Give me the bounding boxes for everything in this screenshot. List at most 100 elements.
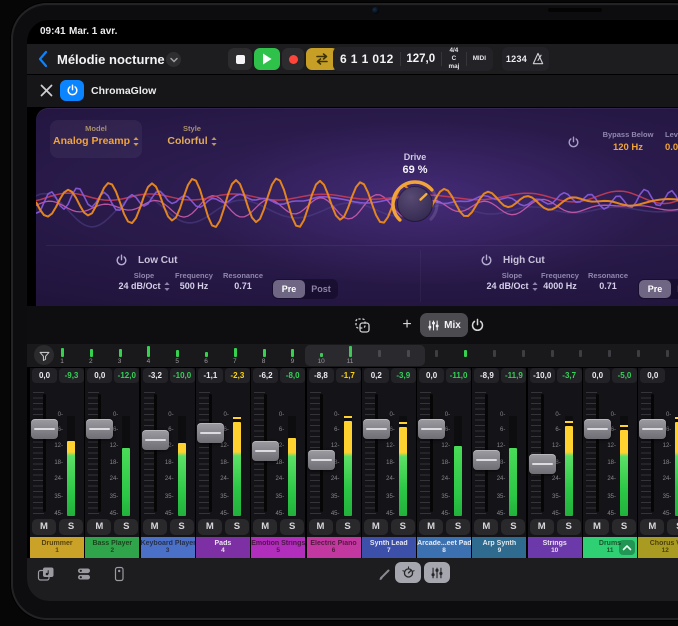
volume-readout[interactable]: 0,0 (87, 368, 112, 383)
record-button[interactable] (282, 48, 304, 70)
mute-button[interactable]: M (309, 519, 333, 535)
volume-readout[interactable]: -10,0 (530, 368, 555, 383)
mute-button[interactable]: M (364, 519, 388, 535)
mute-button[interactable]: M (253, 519, 277, 535)
track-name[interactable]: Keyboard Player3 (141, 537, 195, 558)
bypass-below-control[interactable]: Bypass Below 120 Hz (592, 130, 664, 153)
project-title[interactable]: Mélodie nocturne (57, 52, 165, 67)
volume-readout[interactable]: 0,2 (364, 368, 389, 383)
mute-button[interactable]: M (419, 519, 443, 535)
low-cut-power-button[interactable] (115, 254, 128, 272)
controller-button[interactable] (108, 565, 130, 583)
track-name[interactable]: Drummer1 (30, 537, 84, 558)
fader-cap[interactable] (584, 419, 611, 439)
volume-readout[interactable]: -1,1 (198, 368, 223, 383)
mix-view-button[interactable]: Mix (420, 313, 468, 337)
back-button[interactable] (36, 49, 50, 74)
volume-readout[interactable]: 0,0 (419, 368, 444, 383)
solo-button[interactable]: S (557, 519, 581, 535)
mute-button[interactable]: M (474, 519, 498, 535)
mute-button[interactable]: M (87, 519, 111, 535)
track-name[interactable]: Arcade...eet Pad8 (417, 537, 471, 558)
waveform-display (36, 150, 678, 250)
solo-button[interactable]: S (446, 519, 470, 535)
high-cut-resonance-value[interactable]: 0.71 (578, 281, 638, 291)
high-cut-pre-button[interactable]: Pre (639, 280, 671, 298)
volume-readout[interactable]: -8,9 (474, 368, 499, 383)
solo-button[interactable]: S (114, 519, 138, 535)
mute-button[interactable]: M (32, 519, 56, 535)
track-name[interactable]: Electric Piano6 (307, 537, 361, 558)
solo-button[interactable]: S (612, 519, 636, 535)
duplicate-button[interactable] (350, 314, 374, 336)
overview-scroll-window[interactable] (305, 345, 425, 366)
stop-button[interactable] (228, 48, 252, 70)
solo-button[interactable]: S (391, 519, 415, 535)
count-in-group[interactable]: 1234 (502, 47, 549, 71)
volume-readout[interactable]: 0,0 (585, 368, 610, 383)
metronome-icon[interactable] (531, 52, 545, 66)
solo-button[interactable]: S (225, 519, 249, 535)
count-in-button[interactable]: 1234 (506, 54, 527, 64)
project-menu-button[interactable] (166, 52, 181, 67)
model-selector[interactable]: Model Analog Preamp (50, 120, 142, 158)
volume-readout[interactable]: -6,2 (253, 368, 278, 383)
track-name[interactable]: Strings10 (528, 537, 582, 558)
high-cut-post-button[interactable]: Post (671, 280, 678, 298)
track-name[interactable]: Bass Player2 (85, 537, 139, 558)
meter-scale-label: 35 (378, 494, 395, 500)
style-selector[interactable]: Style Colorful (146, 120, 238, 158)
mute-button[interactable]: M (585, 519, 609, 535)
fader-cap[interactable] (639, 419, 666, 439)
solo-button[interactable]: S (170, 519, 194, 535)
mixer-power-button[interactable] (465, 314, 489, 336)
volume-readout[interactable]: 0,0 (32, 368, 57, 383)
volume-readout[interactable]: -3,2 (143, 368, 168, 383)
mute-button[interactable]: M (530, 519, 554, 535)
plugin-power-button[interactable] (60, 80, 84, 101)
edit-button[interactable] (374, 565, 396, 583)
level-control[interactable]: Level 0.0 (665, 130, 678, 153)
fader-cap[interactable] (363, 419, 390, 439)
lcd-display[interactable]: 6 1 1 012 127,0 4/4 C maj MIDI (333, 47, 493, 71)
solo-button[interactable]: S (501, 519, 525, 535)
fader-cap[interactable] (252, 441, 279, 461)
fader-cap[interactable] (473, 450, 500, 470)
fader-cap[interactable] (418, 419, 445, 439)
track-name[interactable]: Synth Lead7 (362, 537, 416, 558)
solo-button[interactable]: S (667, 519, 678, 535)
low-cut-resonance-value[interactable]: 0.71 (213, 281, 273, 291)
fader-cap[interactable] (197, 423, 224, 443)
plugins-button[interactable] (73, 565, 95, 583)
play-button[interactable] (254, 48, 280, 70)
volume-readout[interactable]: 0,0 (640, 368, 665, 383)
bypass-power-button[interactable] (567, 136, 580, 154)
add-track-button[interactable]: + (395, 314, 419, 336)
track-name[interactable]: Drums11 (583, 537, 637, 558)
mute-button[interactable]: M (198, 519, 222, 535)
fader-cap[interactable] (529, 454, 556, 474)
low-cut-pre-button[interactable]: Pre (273, 280, 305, 298)
low-cut-post-button[interactable]: Post (305, 280, 337, 298)
fader-cap[interactable] (86, 419, 113, 439)
stack-collapse-button[interactable] (619, 540, 635, 555)
track-name[interactable]: Chorus V12 (638, 537, 678, 558)
fader-cap[interactable] (142, 430, 169, 450)
solo-button[interactable]: S (336, 519, 360, 535)
close-plugin-button[interactable] (39, 83, 54, 103)
mute-button[interactable]: M (143, 519, 167, 535)
high-cut-power-button[interactable] (480, 254, 493, 272)
controls-view-button[interactable] (395, 562, 421, 583)
drive-knob[interactable] (385, 174, 445, 234)
solo-button[interactable]: S (59, 519, 83, 535)
track-name[interactable]: Pads4 (196, 537, 250, 558)
loops-browser-button[interactable] (35, 565, 57, 583)
fader-cap[interactable] (308, 450, 335, 470)
volume-readout[interactable]: -8,8 (309, 368, 334, 383)
track-name[interactable]: Emotion Strings5 (251, 537, 305, 558)
track-name[interactable]: Arp Synth9 (472, 537, 526, 558)
fader-cap[interactable] (31, 419, 58, 439)
mixer-view-button[interactable] (424, 562, 450, 583)
mute-button[interactable]: M (640, 519, 664, 535)
solo-button[interactable]: S (280, 519, 304, 535)
